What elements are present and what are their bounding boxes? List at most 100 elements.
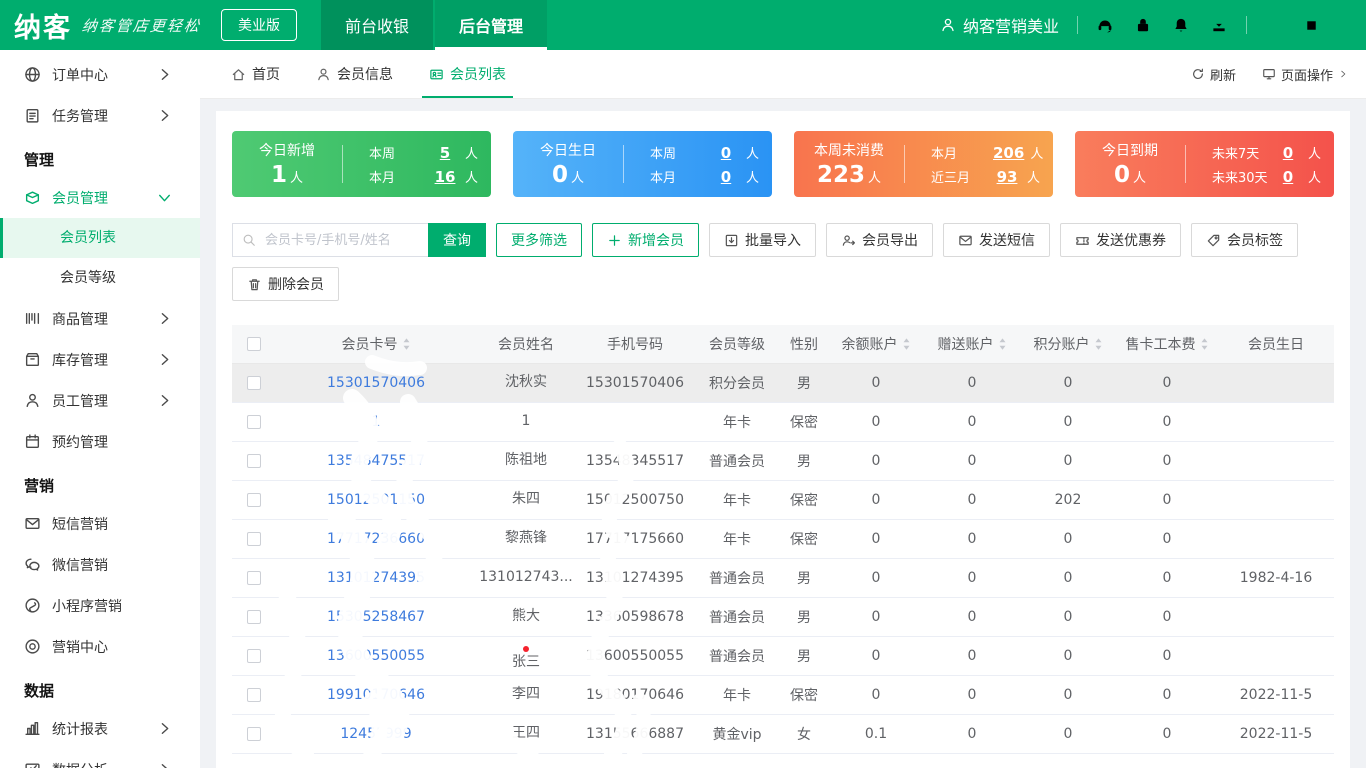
page-tab[interactable]: 会员列表 [416,50,519,98]
maximize-button[interactable] [1298,12,1325,39]
row-checkbox[interactable] [247,609,261,624]
sidebar-item[interactable]: 预约管理 [0,421,200,462]
row-checkbox[interactable] [247,687,261,702]
bell-icon[interactable] [1172,16,1190,34]
sidebar-item[interactable]: 统计报表 [0,708,200,749]
lock-icon[interactable] [1134,16,1152,34]
member-card-link[interactable]: 1 [372,414,381,430]
column-header[interactable]: 积分账户 [1020,325,1116,364]
table-row[interactable]: 13101274395 131012743... 13101274395 普通会员男 0… [232,558,1334,598]
headset-icon[interactable] [1096,16,1114,34]
send-coupon-button[interactable]: 发送优惠券 [1060,223,1181,257]
member-card-link[interactable]: 13548475517 [327,453,425,469]
cell-card: 15305258467 [276,597,476,637]
page-actions-button[interactable]: 页面操作 [1262,65,1348,84]
sidebar-item[interactable]: 订单中心 [0,54,200,95]
column-header[interactable]: 会员卡号 [276,325,476,364]
sidebar-item[interactable]: 小程序营销 [0,585,200,626]
query-button[interactable]: 查询 [428,223,486,257]
page-tab[interactable]: 首页 [218,50,293,98]
stat-subvalue[interactable]: 0 [712,144,740,162]
add-member-button[interactable]: 新增会员 [592,223,699,257]
stat-subvalue[interactable]: 5 [431,144,459,162]
member-card-link[interactable]: 12455999 [340,726,411,742]
sort-icon[interactable] [998,337,1007,351]
row-checkbox[interactable] [247,414,261,429]
page-tab[interactable]: 会员信息 [303,50,406,98]
column-header[interactable]: 余额账户 [828,325,924,364]
sidebar-item-label: 库存管理 [52,352,108,369]
sidebar-item[interactable]: 短信营销 [0,503,200,544]
select-all-checkbox[interactable] [247,336,261,351]
stat-subvalue[interactable]: 0 [1274,168,1302,186]
stat-subvalue[interactable]: 206 [993,144,1024,162]
sidebar-item[interactable]: 数据分析 [0,749,200,768]
cell-birthday: 2022-11-5 [1218,675,1334,715]
row-checkbox[interactable] [247,453,261,468]
sort-icon[interactable] [402,337,411,351]
table-row[interactable]: 12455999 王四 13155666887 黄金vip 女 0.1 0 0 0 2022-11… [232,714,1334,754]
sidebar-item[interactable]: 库存管理 [0,339,200,380]
delete-member-button[interactable]: 删除会员 [232,267,339,301]
main-area: 首页 会员信息 会员列表 刷新 页面操作 今日新增 1 人 本周 5 人本月 16 人 今日生日 0 人… [200,50,1366,768]
close-button[interactable] [1331,12,1358,39]
stat-subvalue[interactable]: 16 [431,168,459,186]
stat-subvalue[interactable]: 0 [712,168,740,186]
table-row[interactable]: 15301570406 沈秋实 15301570406 积分会员男 0 0 0 0 [232,363,1334,403]
download-icon[interactable] [1210,16,1228,34]
cell-name: 沈秋实 [476,363,576,403]
member-card-link[interactable]: 15301570406 [327,375,425,391]
member-card-link[interactable]: 17717236660 [327,531,425,547]
member-card-link[interactable]: 19910170646 [327,687,425,703]
table-row[interactable]: 19910170646 李四 19180170646 年卡 保密 0 0 0 0 2022-11-… [232,675,1334,715]
row-checkbox[interactable] [247,375,261,390]
column-header[interactable]: 售卡工本费 [1116,325,1218,364]
member-export-button[interactable]: 会员导出 [826,223,933,257]
stat-subvalue[interactable]: 93 [993,168,1021,186]
sidebar-item[interactable]: 任务管理 [0,95,200,136]
checkbox-cell [232,558,276,598]
row-checkbox[interactable] [247,726,261,741]
table-row[interactable]: 13600550055 张三 13600550055 普通会员男 0 0 0 0 [232,636,1334,676]
row-checkbox[interactable] [247,492,261,507]
send-sms-button[interactable]: 发送短信 [943,223,1050,257]
cell-level: 普通会员 [694,558,780,598]
table-row[interactable]: 17717236660 黎燕锋 17717175660 年卡 保密 0 0 0 0 [232,519,1334,559]
edition-badge[interactable]: 美业版 [221,9,298,41]
stat-subvalue[interactable]: 0 [1274,144,1302,162]
minimize-button[interactable] [1265,12,1292,39]
batch-import-button[interactable]: 批量导入 [709,223,816,257]
row-checkbox[interactable] [247,570,261,585]
cell-level: 黄金vip [694,714,780,754]
sidebar-item[interactable]: 员工管理 [0,380,200,421]
member-card-link[interactable]: 15305258467 [327,609,425,625]
row-checkbox[interactable] [247,531,261,546]
top-nav-tab[interactable]: 后台管理 [435,0,548,50]
member-card-link[interactable]: 15012501150 [327,492,425,508]
table-row[interactable]: 15012501150 朱四 15012500750 年卡 保密 0 0 202 0 [232,480,1334,520]
sidebar-item[interactable]: 营销中心 [0,626,200,667]
search-input[interactable] [232,223,428,257]
stat-title: 本周未消费 [814,143,884,159]
sort-icon[interactable] [1094,337,1103,351]
sort-icon[interactable] [902,337,911,351]
table-row[interactable]: 15305258467 熊大 13360598678 普通会员男 0 0 0 0 [232,597,1334,637]
sidebar-subitem[interactable]: 会员等级 [0,258,200,298]
table-row[interactable]: 13548475517 陈祖地 13548345517 普通会员男 0 0 0 0 [232,441,1334,481]
sidebar-item[interactable]: 微信营销 [0,544,200,585]
refresh-button[interactable]: 刷新 [1191,65,1236,84]
sidebar-item[interactable]: 商品管理 [0,298,200,339]
sidebar-item-label: 任务管理 [52,108,108,125]
column-header[interactable]: 赠送账户 [924,325,1020,364]
row-checkbox[interactable] [247,648,261,663]
more-filter-button[interactable]: 更多筛选 [496,223,582,257]
table-row[interactable]: 1 1 年卡 保密 0 0 0 0 [232,402,1334,442]
member-tag-button[interactable]: 会员标签 [1191,223,1298,257]
account-menu[interactable]: 纳客营销美业 [940,13,1059,37]
top-nav-tab[interactable]: 前台收银 [321,0,434,50]
sidebar-subitem[interactable]: 会员列表 [0,218,200,258]
sort-icon[interactable] [1200,337,1209,351]
sidebar-item[interactable]: 会员管理 [0,177,200,218]
member-card-link[interactable]: 13600550055 [327,648,425,664]
member-card-link[interactable]: 13101274395 [327,570,425,586]
